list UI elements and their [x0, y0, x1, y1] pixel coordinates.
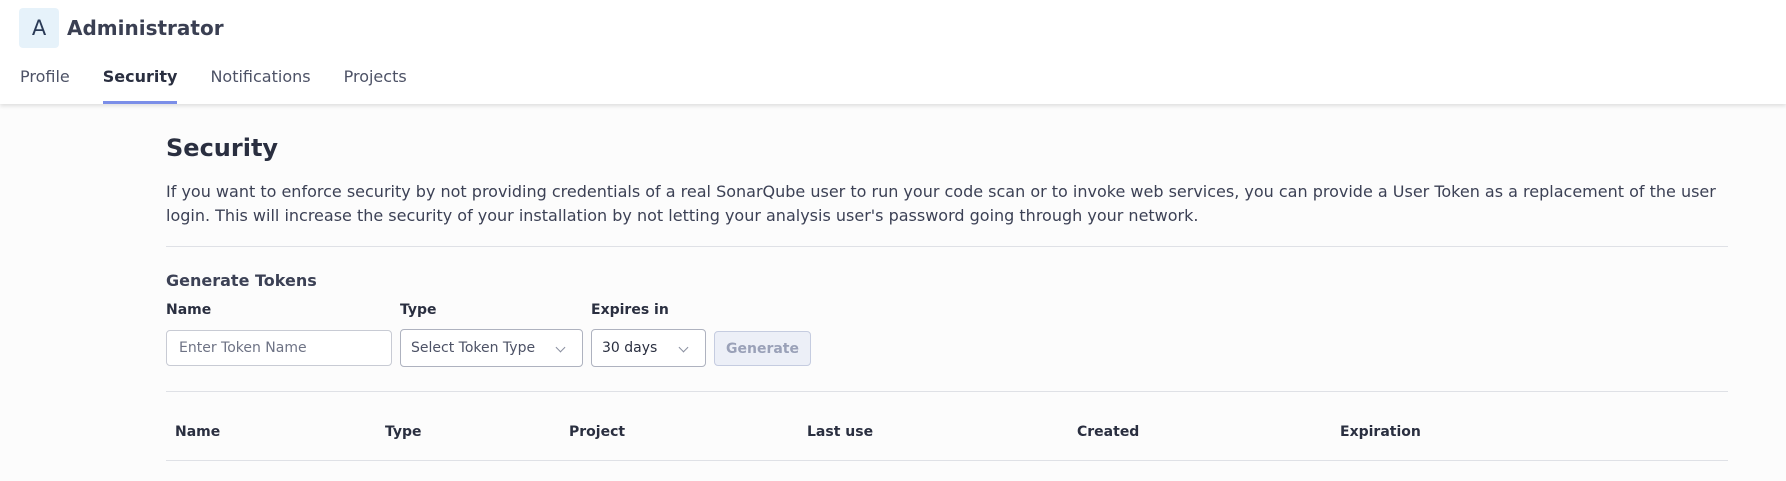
tab-projects[interactable]: Projects — [344, 62, 407, 104]
user-name: Administrator — [67, 16, 224, 40]
page-title: Security — [166, 134, 279, 162]
column-header-expiration: Expiration — [1340, 424, 1421, 440]
avatar: A — [19, 8, 59, 48]
generate-button[interactable]: Generate — [714, 331, 811, 366]
user-header: A Administrator — [19, 8, 224, 48]
column-header-name: Name — [175, 424, 221, 440]
token-type-label: Type — [400, 302, 437, 318]
table-header-divider — [166, 460, 1728, 461]
expires-in-select[interactable]: 30 days — [591, 329, 706, 367]
top-header: A Administrator Profile Security Notific… — [0, 0, 1786, 104]
token-type-placeholder: Select Token Type — [411, 340, 536, 356]
account-tabs: Profile Security Notifications Projects — [20, 62, 440, 104]
tab-profile[interactable]: Profile — [20, 62, 70, 104]
column-header-last-use: Last use — [807, 424, 874, 440]
tokens-table-header: Name Type Project Last use Created Expir… — [166, 424, 1728, 464]
generate-tokens-title: Generate Tokens — [166, 271, 317, 290]
column-header-project: Project — [569, 424, 626, 440]
token-name-label: Name — [166, 302, 212, 318]
token-name-input[interactable] — [166, 330, 392, 366]
chevron-down-icon — [678, 342, 689, 353]
tab-security[interactable]: Security — [102, 62, 177, 104]
column-header-created: Created — [1077, 424, 1140, 440]
token-type-select[interactable]: Select Token Type — [400, 329, 583, 367]
chevron-down-icon — [555, 342, 566, 353]
tab-notifications[interactable]: Notifications — [210, 62, 310, 104]
security-description: If you want to enforce security by not p… — [166, 182, 1716, 225]
expires-in-label: Expires in — [591, 302, 669, 318]
divider — [166, 246, 1728, 247]
divider — [166, 391, 1728, 392]
column-header-type: Type — [385, 424, 422, 440]
expires-in-value: 30 days — [602, 340, 658, 356]
